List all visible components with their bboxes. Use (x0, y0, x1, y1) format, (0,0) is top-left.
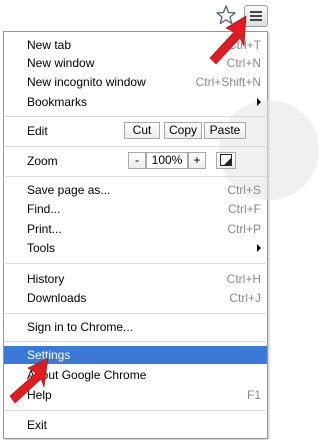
menu-item-find[interactable]: Find... Ctrl+F (4, 200, 267, 218)
menu-item-save-page-as[interactable]: Save page as... Ctrl+S (4, 181, 267, 199)
menu-item-history[interactable]: History Ctrl+H (4, 270, 267, 288)
menu-item-label: New window (27, 56, 95, 70)
menu-divider (5, 146, 266, 147)
menu-item-exit[interactable]: Exit (4, 416, 267, 434)
zoom-out-button[interactable]: - (128, 152, 146, 169)
menu-item-shortcut: F1 (246, 388, 261, 402)
fullscreen-button[interactable] (216, 152, 236, 169)
arrow-icon (9, 357, 49, 404)
menu-item-downloads[interactable]: Downloads Ctrl+J (4, 289, 267, 307)
menu-item-new-incognito-window[interactable]: New incognito window Ctrl+Shift+N (4, 73, 267, 91)
copy-button[interactable]: Copy (164, 122, 202, 139)
menu-row-edit: Edit Cut Copy Paste (4, 122, 267, 140)
menu-item-label: Zoom (27, 154, 58, 168)
menu-item-label: Tools (27, 241, 56, 255)
zoom-level: 100% (146, 152, 188, 169)
menu-item-shortcut: Ctrl+J (229, 291, 261, 305)
menu-item-label: New tab (27, 38, 72, 52)
menu-item-label: Save page as... (27, 183, 111, 197)
submenu-arrow-icon (257, 98, 261, 106)
menu-row-zoom: Zoom - 100% + (4, 152, 267, 170)
cut-button[interactable]: Cut (124, 122, 160, 139)
menu-item-label: Downloads (27, 291, 87, 305)
menu-divider (5, 116, 266, 117)
menu-item-shortcut: Ctrl+P (227, 222, 261, 236)
submenu-arrow-icon (257, 244, 261, 252)
fullscreen-icon (220, 154, 232, 166)
menu-item-label: New incognito window (27, 75, 146, 89)
menu-item-label: Edit (27, 124, 48, 138)
menu-item-label: Print... (27, 222, 62, 236)
menu-item-shortcut: Ctrl+Shift+N (195, 75, 261, 89)
menu-item-shortcut: Ctrl+S (227, 183, 261, 197)
menu-item-bookmarks[interactable]: Bookmarks (4, 93, 267, 111)
menu-item-tools[interactable]: Tools (4, 239, 267, 257)
menu-divider (5, 176, 266, 177)
menu-item-label: Sign in to Chrome... (27, 320, 134, 334)
menu-divider (5, 313, 266, 314)
menu-item-print[interactable]: Print... Ctrl+P (4, 220, 267, 238)
menu-item-label: Exit (27, 418, 48, 432)
menu-item-shortcut: Ctrl+F (228, 202, 261, 216)
menu-divider (5, 410, 266, 411)
paste-button[interactable]: Paste (204, 122, 246, 139)
menu-item-shortcut: Ctrl+H (226, 272, 261, 286)
menu-item-label: Find... (27, 202, 61, 216)
arrow-icon (209, 15, 247, 65)
menu-item-label: Bookmarks (27, 95, 88, 109)
menu-divider (5, 263, 266, 264)
menu-divider (5, 341, 266, 342)
menu-item-sign-in[interactable]: Sign in to Chrome... (4, 318, 267, 336)
menu-item-label: History (27, 272, 65, 286)
zoom-in-button[interactable]: + (188, 152, 206, 169)
